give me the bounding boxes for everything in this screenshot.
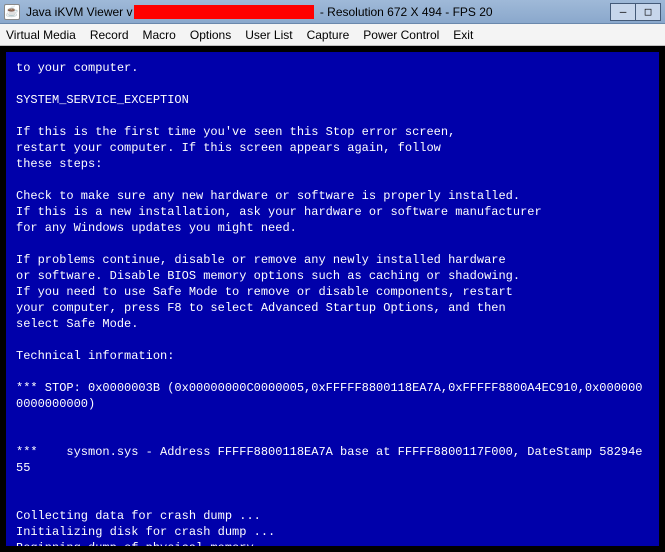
title-suffix: - Resolution 672 X 494 - FPS 20 (316, 5, 492, 19)
menu-virtual-media[interactable]: Virtual Media (6, 28, 76, 42)
menu-record[interactable]: Record (90, 28, 129, 42)
titlebar: ☕ Java iKVM Viewer v - Resolution 672 X … (0, 0, 665, 24)
menubar: Virtual Media Record Macro Options User … (0, 24, 665, 46)
menu-exit[interactable]: Exit (453, 28, 473, 42)
minimize-button[interactable]: — (610, 3, 636, 21)
menu-options[interactable]: Options (190, 28, 231, 42)
menu-power-control[interactable]: Power Control (363, 28, 439, 42)
remote-viewport[interactable]: to your computer. SYSTEM_SERVICE_EXCEPTI… (0, 46, 665, 552)
maximize-button[interactable]: □ (635, 3, 661, 21)
window-controls: — □ (611, 3, 661, 21)
title-prefix: Java iKVM Viewer v (26, 5, 132, 19)
java-icon: ☕ (4, 4, 20, 20)
menu-user-list[interactable]: User List (245, 28, 292, 42)
redacted-block (134, 5, 314, 19)
menu-capture[interactable]: Capture (307, 28, 350, 42)
menu-macro[interactable]: Macro (143, 28, 176, 42)
bsod-screen: to your computer. SYSTEM_SERVICE_EXCEPTI… (6, 52, 659, 546)
